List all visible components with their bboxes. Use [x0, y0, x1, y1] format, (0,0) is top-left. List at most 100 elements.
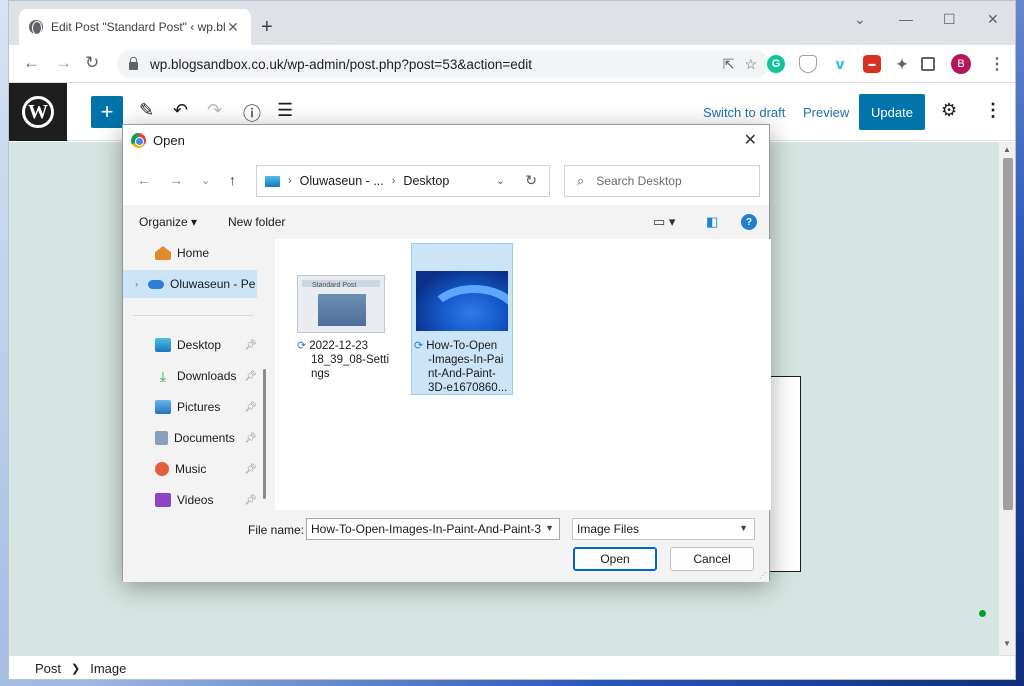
music-icon: [155, 462, 169, 476]
chevron-right-icon[interactable]: ›: [135, 279, 138, 289]
nav-item-music[interactable]: Music 📌︎: [123, 455, 257, 483]
update-button[interactable]: Update: [859, 94, 925, 130]
block-breadcrumb: Post ❯ Image: [9, 655, 1015, 679]
reload-button[interactable]: ↻: [85, 53, 99, 73]
vimeo-extension-icon[interactable]: v: [831, 55, 849, 73]
nav-item-downloads[interactable]: ⤓ Downloads 📌︎: [123, 362, 257, 390]
file-thumbnail[interactable]: Standard Post: [297, 275, 385, 333]
scroll-down-arrow-icon[interactable]: ▼: [1003, 639, 1011, 648]
nav-item-home[interactable]: Home: [123, 239, 257, 267]
breadcrumb-image[interactable]: Image: [90, 661, 126, 676]
file-type-select[interactable]: Image Files ▼: [572, 518, 755, 540]
cloud-icon: [148, 279, 164, 289]
download-icon: ⤓: [159, 368, 167, 384]
folder-path-bar[interactable]: › Oluwaseun - ... › Desktop ⌄ ↻: [256, 165, 550, 197]
pin-icon: 📌︎: [244, 401, 257, 413]
back-arrow-icon[interactable]: ←: [137, 172, 151, 188]
scrollbar-thumb[interactable]: [1003, 158, 1013, 510]
up-folder-arrow-icon[interactable]: ↑: [229, 172, 236, 188]
tab-strip: Edit Post "Standard Post" ‹ wp.bl ✕ + ⌄ …: [9, 1, 1015, 45]
close-window-button[interactable]: ✕: [987, 11, 999, 28]
dialog-navigation-bar: ← → ⌄ ↑ › Oluwaseun - ... › Desktop ⌄ ↻ …: [123, 155, 769, 205]
view-options-icon[interactable]: ▭ ▾: [653, 214, 675, 230]
details-info-icon[interactable]: ⓘ: [243, 100, 261, 126]
browser-menu-icon[interactable]: ⋮: [989, 54, 1005, 74]
undo-icon[interactable]: ↶: [173, 100, 188, 121]
dialog-command-bar: Organize ▾ New folder ▭ ▾ ◧ ?: [123, 205, 769, 239]
redo-icon[interactable]: ↷: [207, 100, 222, 121]
forward-arrow-icon[interactable]: →: [169, 172, 183, 188]
path-segment-desktop[interactable]: Desktop: [403, 174, 449, 188]
switch-to-draft-link[interactable]: Switch to draft: [703, 105, 785, 120]
settings-gear-icon[interactable]: ⚙: [941, 100, 957, 121]
tab-title: Edit Post "Standard Post" ‹ wp.bl: [51, 20, 225, 34]
profile-avatar[interactable]: B: [951, 54, 971, 74]
file-thumbnail[interactable]: [416, 271, 508, 331]
chevron-right-icon: ›: [288, 175, 292, 187]
extensions-puzzle-icon[interactable]: ✦: [893, 55, 911, 73]
browser-tab[interactable]: Edit Post "Standard Post" ‹ wp.bl ✕: [19, 9, 251, 45]
side-panel-icon[interactable]: [921, 57, 935, 71]
navigation-pane: Home › Oluwaseun - Pe Desktop 📌︎ ⤓ Downl…: [123, 239, 271, 510]
sync-icon: ⟳: [414, 340, 424, 352]
search-placeholder: Search Desktop: [596, 174, 682, 188]
bookmark-star-icon[interactable]: ☆: [744, 56, 757, 73]
close-tab-icon[interactable]: ✕: [225, 19, 241, 36]
refresh-icon[interactable]: ↻: [525, 172, 537, 189]
open-button[interactable]: Open: [573, 547, 657, 571]
list-view-icon[interactable]: ☰: [277, 100, 293, 121]
pin-icon: 📌︎: [244, 370, 257, 382]
chevron-down-icon[interactable]: ▼: [545, 523, 554, 533]
grammarly-extension-icon[interactable]: G: [767, 55, 785, 73]
red-extension-icon[interactable]: ▬: [863, 55, 881, 73]
minimize-button[interactable]: —: [899, 11, 913, 27]
documents-icon: [155, 431, 168, 445]
recent-locations-chevron-icon[interactable]: ⌄: [201, 174, 210, 187]
file-item[interactable]: ⟳ 2022-12-23 18_39_08-Setti ngs: [297, 339, 399, 381]
preview-pane-icon[interactable]: ◧: [706, 214, 718, 230]
nav-pane-scrollbar[interactable]: [263, 369, 266, 499]
new-folder-button[interactable]: New folder: [228, 215, 285, 229]
edit-pencil-icon[interactable]: ✎: [139, 100, 154, 121]
nav-item-videos[interactable]: Videos 📌︎: [123, 486, 257, 510]
share-icon[interactable]: ⇱: [723, 56, 735, 73]
nav-item-desktop[interactable]: Desktop 📌︎: [123, 331, 257, 359]
wordpress-logo-icon[interactable]: W: [9, 83, 67, 141]
dialog-title-bar: Open ✕: [123, 125, 769, 155]
breadcrumb-post[interactable]: Post: [35, 661, 61, 676]
organize-button[interactable]: Organize ▾: [139, 215, 197, 229]
pin-icon: 📌︎: [244, 463, 257, 475]
path-segment-onedrive[interactable]: Oluwaseun - ...: [300, 174, 384, 188]
search-icon: ⌕: [577, 173, 585, 188]
preview-link[interactable]: Preview: [803, 105, 849, 120]
add-block-button[interactable]: +: [91, 96, 123, 128]
dialog-close-icon[interactable]: ✕: [744, 130, 757, 150]
new-tab-button[interactable]: +: [261, 17, 273, 37]
nav-item-onedrive[interactable]: › Oluwaseun - Pe: [123, 270, 257, 298]
file-name-input[interactable]: How-To-Open-Images-In-Paint-And-Paint-3 …: [306, 518, 560, 540]
shield-extension-icon[interactable]: [799, 55, 817, 73]
sync-icon: ⟳: [297, 340, 307, 352]
pin-icon: 📌︎: [244, 432, 257, 444]
maximize-button[interactable]: ☐: [943, 11, 956, 28]
options-menu-icon[interactable]: ⋮: [984, 100, 1002, 121]
scroll-up-arrow-icon[interactable]: ▲: [1003, 145, 1011, 154]
pin-icon: 📌︎: [244, 494, 257, 506]
pin-icon: 📌︎: [244, 339, 257, 351]
help-icon[interactable]: ?: [741, 214, 757, 230]
cancel-button[interactable]: Cancel: [670, 547, 754, 571]
chevron-down-icon[interactable]: ▼: [739, 523, 748, 533]
nav-item-documents[interactable]: Documents 📌︎: [123, 424, 257, 452]
resize-grip-icon[interactable]: ⋰: [759, 571, 767, 580]
chevron-down-icon[interactable]: ⌄: [496, 174, 505, 187]
nav-item-pictures[interactable]: Pictures 📌︎: [123, 393, 257, 421]
file-name-label: File name:: [248, 523, 305, 537]
forward-button[interactable]: →: [55, 53, 72, 73]
lock-icon: [129, 57, 138, 70]
address-bar[interactable]: wp.blogsandbox.co.uk/wp-admin/post.php?p…: [117, 50, 769, 78]
url-text: wp.blogsandbox.co.uk/wp-admin/post.php?p…: [150, 56, 533, 72]
back-button[interactable]: ←: [23, 53, 40, 73]
editor-scrollbar[interactable]: ▲ ▼: [999, 142, 1015, 655]
search-input[interactable]: ⌕ Search Desktop: [564, 165, 760, 197]
tab-search-icon[interactable]: ⌄: [854, 11, 866, 28]
